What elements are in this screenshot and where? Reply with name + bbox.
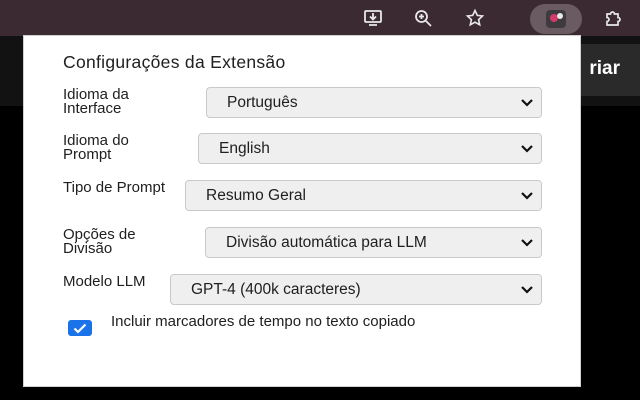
- chevron-down-icon: [513, 134, 541, 163]
- extension-logo-icon: [546, 10, 566, 28]
- chevron-down-icon: [513, 181, 541, 210]
- active-extension-button[interactable]: [530, 4, 582, 34]
- prompt-type-value: Resumo Geral: [206, 186, 306, 204]
- puzzle-icon[interactable]: [600, 5, 626, 31]
- chevron-down-icon: [513, 88, 541, 117]
- chevron-down-icon: [513, 275, 541, 304]
- prompt-language-label: Idioma do Prompt: [63, 132, 129, 163]
- checkmark-icon: [73, 323, 87, 334]
- prompt-language-value: English: [219, 139, 270, 157]
- chevron-down-icon: [513, 228, 541, 257]
- zoom-icon[interactable]: [410, 5, 436, 31]
- extension-settings-popup: Configurações da Extensão Idioma da Inte…: [24, 36, 580, 386]
- interface-language-select[interactable]: Português: [206, 87, 542, 118]
- llm-model-select[interactable]: GPT-4 (400k caracteres): [170, 274, 542, 305]
- interface-language-label: Idioma da Interface: [63, 86, 129, 117]
- prompt-language-select[interactable]: English: [198, 133, 542, 164]
- timestamps-checkbox[interactable]: [68, 320, 92, 336]
- llm-model-value: GPT-4 (400k caracteres): [191, 280, 361, 298]
- page-background-button-label: riar: [589, 58, 620, 79]
- timestamps-checkbox-label[interactable]: Incluir marcadores de tempo no texto cop…: [111, 314, 511, 328]
- popup-title: Configurações da Extensão: [63, 52, 286, 72]
- split-options-label: Opções de Divisão: [63, 226, 136, 257]
- browser-toolbar: [0, 0, 640, 36]
- split-options-select[interactable]: Divisão automática para LLM: [205, 227, 542, 258]
- prompt-type-label: Tipo de Prompt: [63, 179, 165, 196]
- star-icon[interactable]: [462, 5, 488, 31]
- interface-language-value: Português: [227, 93, 298, 111]
- prompt-type-select[interactable]: Resumo Geral: [185, 180, 542, 211]
- split-options-value: Divisão automática para LLM: [226, 233, 427, 251]
- llm-model-label: Modelo LLM: [63, 273, 146, 290]
- install-app-icon[interactable]: [360, 5, 386, 31]
